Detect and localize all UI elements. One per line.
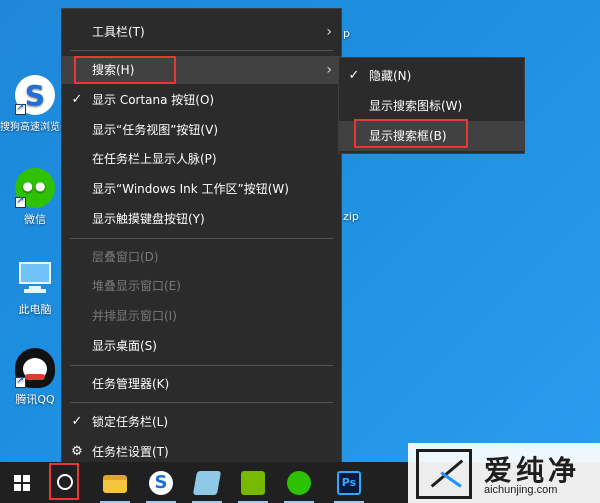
menu-item-label: 锁定任务栏(L)	[92, 415, 169, 429]
menu-item-show-windows-ink[interactable]: 显示“Windows Ink 工作区”按钮(W)	[62, 175, 341, 203]
menu-item-label: 并排显示窗口(I)	[92, 309, 177, 323]
menu-item-stack-windows: 堆叠显示窗口(E)	[62, 272, 341, 300]
menu-item-lock-taskbar[interactable]: ✓ 锁定任务栏(L)	[62, 408, 341, 436]
menu-item-label: 任务管理器(K)	[92, 377, 170, 391]
wechat-icon	[15, 168, 55, 208]
qq-penguin-icon	[15, 348, 55, 388]
menu-item-label: 显示“任务视图”按钮(V)	[92, 123, 219, 137]
menu-separator	[70, 402, 333, 403]
desktop-icon-label: 腾讯QQ	[15, 393, 55, 406]
sogou-browser-icon: S	[149, 471, 173, 495]
chevron-right-icon: ›	[326, 62, 332, 78]
partial-desktop-label: p	[343, 27, 350, 40]
submenu-item-hidden[interactable]: ✓ 隐藏(N)	[339, 61, 524, 91]
desktop-icon-label: 微信	[24, 213, 46, 226]
taskbar-wechat[interactable]	[276, 462, 322, 503]
menu-item-cascade-windows: 层叠窗口(D)	[62, 243, 341, 271]
menu-item-side-by-side: 并排显示窗口(I)	[62, 302, 341, 330]
photoshop-icon: Ps	[337, 471, 361, 495]
desktop-icon-label: 此电脑	[18, 303, 52, 316]
menu-separator	[70, 365, 333, 366]
desktop-icon-label: 搜狗高速浏览器	[0, 122, 70, 133]
menu-separator	[70, 50, 333, 51]
menu-item-label: 堆叠显示窗口(E)	[92, 279, 181, 293]
menu-item-task-manager[interactable]: 任务管理器(K)	[62, 370, 341, 398]
menu-item-show-touch-keyboard[interactable]: 显示触摸键盘按钮(Y)	[62, 205, 341, 233]
menu-item-show-people[interactable]: 在任务栏上显示人脉(P)	[62, 145, 341, 173]
checkmark-icon: ✓	[71, 414, 83, 429]
submenu-item-label: 隐藏(N)	[369, 69, 412, 83]
menu-item-toolbars[interactable]: 工具栏(T) ›	[62, 18, 341, 46]
menu-item-label: 显示桌面(S)	[92, 339, 157, 353]
desktop-icon-wechat[interactable]: 微信	[0, 168, 70, 227]
nvidia-icon	[241, 471, 265, 495]
checkmark-icon: ✓	[348, 68, 360, 83]
aichunjing-logo-icon	[416, 449, 472, 499]
start-button[interactable]	[0, 462, 46, 503]
folder-icon	[103, 475, 127, 493]
chevron-right-icon: ›	[326, 24, 332, 40]
menu-item-show-task-view[interactable]: 显示“任务视图”按钮(V)	[62, 116, 341, 144]
submenu-item-label: 显示搜索图标(W)	[369, 99, 463, 113]
menu-item-label: 显示触摸键盘按钮(Y)	[92, 212, 205, 226]
sogou-browser-icon	[15, 75, 55, 115]
menu-item-label: 工具栏(T)	[92, 25, 145, 39]
computer-icon	[15, 258, 55, 298]
submenu-item-show-search-icon[interactable]: 显示搜索图标(W)	[339, 91, 524, 121]
taskbar-file-explorer[interactable]	[92, 462, 138, 503]
highlight-box-cortana	[49, 463, 79, 500]
taskbar-notepad[interactable]	[184, 462, 230, 503]
watermark-url: aichunjing.com	[484, 484, 558, 496]
menu-item-label: 在任务栏上显示人脉(P)	[92, 152, 217, 166]
menu-separator	[70, 238, 333, 239]
desktop-icon-qq[interactable]: 腾讯QQ	[0, 348, 70, 407]
highlight-box-search-box	[354, 119, 468, 148]
taskbar-sogou-browser[interactable]: S	[138, 462, 184, 503]
wechat-icon	[287, 471, 311, 495]
highlight-box-search	[74, 56, 176, 84]
desktop-icon-sogou[interactable]: 搜狗高速浏览器	[0, 75, 70, 133]
partial-desktop-label: zip	[343, 210, 359, 223]
menu-item-show-desktop[interactable]: 显示桌面(S)	[62, 332, 341, 360]
menu-item-label: 任务栏设置(T)	[92, 445, 169, 459]
menu-item-label: 显示 Cortana 按钮(O)	[92, 93, 215, 107]
desktop-icon-this-pc[interactable]: 此电脑	[0, 258, 70, 317]
windows-logo-icon	[14, 475, 30, 491]
notepad-icon	[192, 471, 222, 495]
menu-item-label: 层叠窗口(D)	[92, 250, 159, 264]
menu-item-label: 显示“Windows Ink 工作区”按钮(W)	[92, 182, 289, 196]
watermark: 爱纯净 aichunjing.com	[408, 443, 600, 503]
checkmark-icon: ✓	[71, 92, 83, 107]
taskbar-photoshop[interactable]: Ps	[326, 462, 372, 503]
taskbar-nvidia[interactable]	[230, 462, 276, 503]
menu-item-show-cortana[interactable]: ✓ 显示 Cortana 按钮(O)	[62, 86, 341, 114]
watermark-title: 爱纯净	[484, 454, 581, 487]
